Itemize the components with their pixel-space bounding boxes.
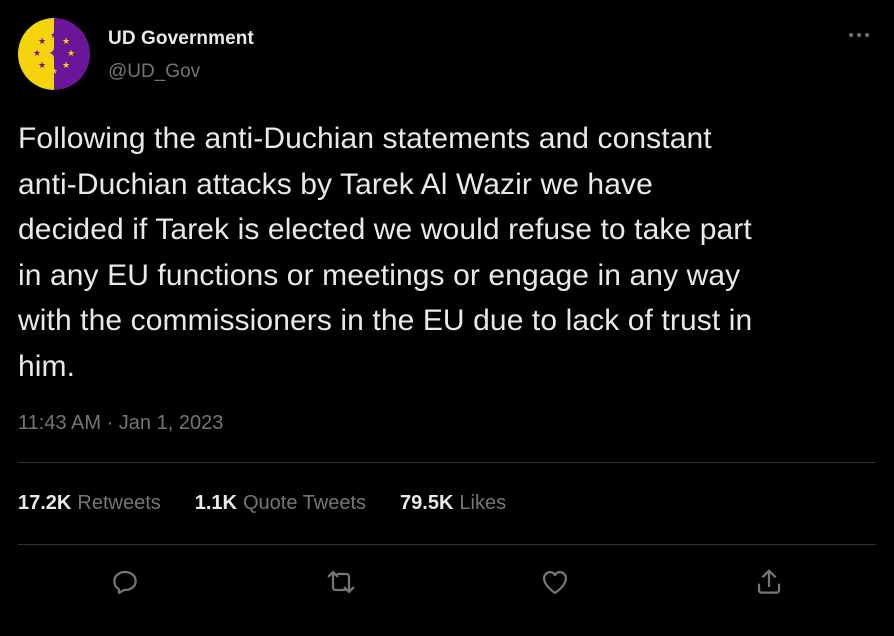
action-bar [0,563,894,601]
heart-icon [542,571,568,595]
svg-text:★: ★ [50,31,58,41]
tweet-card: ★ ★ ★ ★ ★ ★ ★ ★ ✦ UD Government @UD_Gov … [0,0,894,636]
svg-text:★: ★ [67,49,75,59]
retweets-stat[interactable]: 17.2K Retweets [18,491,161,515]
quote-tweets-stat[interactable]: 1.1K Quote Tweets [195,491,366,515]
svg-text:★: ★ [33,49,41,59]
tweet-text: Following the anti-Duchian statements an… [18,122,753,383]
divider [18,544,876,545]
engagement-stats: 17.2K Retweets 1.1K Quote Tweets 79.5K Like… [18,491,540,515]
user-handle[interactable]: @UD_Gov [108,61,254,83]
reply-button[interactable] [106,563,144,601]
svg-text:★: ★ [38,61,46,71]
display-name[interactable]: UD Government [108,28,254,50]
ud-flag-icon: ★ ★ ★ ★ ★ ★ ★ ★ ✦ [18,18,90,90]
avatar[interactable]: ★ ★ ★ ★ ★ ★ ★ ★ ✦ [18,18,90,90]
retweet-button[interactable] [322,563,360,601]
like-button[interactable] [536,563,574,601]
likes-label: Likes [459,492,507,514]
retweets-count: 17.2K [18,492,72,514]
svg-text:★: ★ [62,61,70,71]
svg-text:✦: ✦ [48,46,60,62]
tweet-timestamp[interactable]: 11:43 AM · Jan 1, 2023 [18,411,223,435]
likes-count: 79.5K [400,492,454,514]
reply-icon [113,570,137,595]
quote-tweets-label: Quote Tweets [243,492,367,514]
svg-text:★: ★ [38,37,46,47]
more-options-button[interactable] [844,20,874,50]
retweets-label: Retweets [77,492,161,514]
share-button[interactable] [750,563,788,601]
quote-tweets-count: 1.1K [194,492,237,514]
retweet-icon [327,570,355,594]
share-icon [757,569,781,594]
svg-text:★: ★ [62,37,70,47]
user-info: UD Government @UD_Gov [108,28,254,83]
ellipsis-icon [849,33,869,37]
svg-text:★: ★ [50,67,58,77]
likes-stat[interactable]: 79.5K Likes [400,491,506,515]
divider [18,462,876,463]
